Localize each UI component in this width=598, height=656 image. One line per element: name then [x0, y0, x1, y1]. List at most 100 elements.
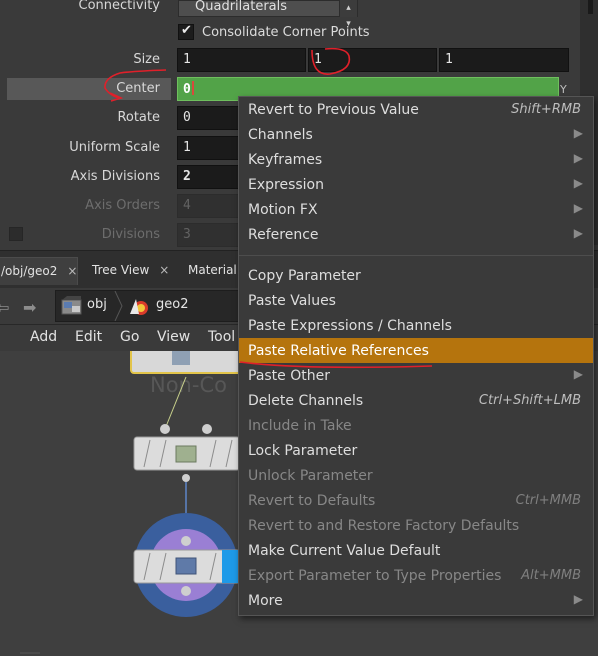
menu-item-unlock-parameter: Unlock Parameter — [239, 463, 593, 488]
consolidate-label: Consolidate Corner Points — [202, 25, 370, 40]
submenu-arrow-icon: ▶ — [573, 592, 583, 606]
menu-item-label: Revert to Previous Value — [248, 102, 419, 118]
connectivity-value: Quadrilaterals — [195, 0, 288, 14]
menu-item-label: Paste Expressions / Channels — [248, 318, 452, 334]
menu-item-label: Copy Parameter — [248, 268, 361, 284]
menu-item-label: Revert to and Restore Factory Defaults — [248, 518, 520, 534]
breadcrumb-geo2[interactable]: geo2 — [156, 297, 188, 312]
menu-item-label: Lock Parameter — [248, 443, 358, 459]
menu-item-label: More — [248, 593, 283, 609]
breadcrumb-separator — [114, 291, 123, 321]
menu-item-label: Paste Relative References — [248, 343, 429, 359]
submenu-arrow-icon: ▶ — [573, 126, 583, 140]
tab-label: /obj/geo2 — [1, 264, 58, 278]
submenu-arrow-icon: ▶ — [573, 176, 583, 190]
connectivity-label: Connectivity — [78, 0, 160, 13]
menu-item-label: Reference — [248, 227, 319, 243]
submenu-arrow-icon: ▶ — [573, 367, 583, 381]
axis-orders-label: Axis Orders — [85, 198, 160, 213]
menu-item-shortcut: Alt+MMB — [521, 568, 581, 583]
uniform-scale-field[interactable]: 1 — [177, 136, 239, 160]
close-icon[interactable]: × — [67, 264, 77, 278]
menu-item-shortcut: Ctrl+Shift+LMB — [478, 393, 581, 408]
size-x-field[interactable]: 1 — [177, 48, 306, 72]
menu-edit[interactable]: Edit — [75, 329, 102, 345]
menu-item-revert-previous[interactable]: Revert to Previous Value Shift+RMB — [239, 97, 593, 122]
obj-context-icon — [61, 296, 82, 315]
center-label: Center — [116, 81, 160, 96]
menu-item-label: Export Parameter to Type Properties — [248, 568, 502, 584]
axis-orders-field: 4 — [177, 194, 239, 218]
menu-item-label: Revert to Defaults — [248, 493, 376, 509]
menu-item-paste-relative-references[interactable]: Paste Relative References — [239, 338, 593, 363]
merge-node[interactable] — [133, 424, 241, 482]
menu-item-paste-expressions[interactable]: Paste Expressions / Channels — [239, 313, 593, 338]
menu-item-label: Make Current Value Default — [248, 543, 441, 559]
rotate-label: Rotate — [117, 110, 160, 125]
menu-item-shortcut: Ctrl+MMB — [515, 493, 581, 508]
menu-item-keyframes[interactable]: Keyframes ▶ — [239, 147, 593, 172]
tab-label: Tree View — [92, 263, 150, 277]
size-y-field[interactable]: 1 — [308, 48, 437, 72]
menu-separator — [239, 255, 593, 256]
axis-divisions-field[interactable]: 2 — [177, 165, 239, 189]
menu-item-paste-values[interactable]: Paste Values — [239, 288, 593, 313]
menu-item-expression[interactable]: Expression ▶ — [239, 172, 593, 197]
divisions-field: 3 — [177, 223, 239, 247]
selected-output-node[interactable] — [133, 513, 241, 617]
menu-item-make-default[interactable]: Make Current Value Default — [239, 538, 593, 563]
dropdown-arrows-icon: ▴ ▾ — [339, 0, 357, 29]
menu-item-label: Paste Values — [248, 293, 336, 309]
menu-item-label: Unlock Parameter — [248, 468, 373, 484]
geometry-object-icon — [130, 299, 148, 315]
menu-item-label: Expression — [248, 177, 324, 193]
center-y-suffix: Y — [560, 83, 567, 96]
breadcrumb-obj[interactable]: obj — [87, 297, 107, 312]
breadcrumb: obj geo2 — [55, 290, 247, 322]
menu-item-copy-parameter[interactable]: Copy Parameter — [239, 263, 593, 288]
menu-view[interactable]: View — [157, 329, 190, 345]
menu-item-channels[interactable]: Channels ▶ — [239, 122, 593, 147]
scroll-handle[interactable] — [588, 0, 593, 14]
consolidate-checkbox[interactable]: ✔ — [178, 23, 194, 40]
size-label: Size — [133, 52, 160, 67]
text-cursor — [191, 81, 194, 95]
menu-item-paste-other[interactable]: Paste Other ▶ — [239, 363, 593, 388]
menu-item-restore-factory-defaults: Revert to and Restore Factory Defaults — [239, 513, 593, 538]
size-z-field[interactable]: 1 — [439, 48, 569, 72]
axis-divisions-label: Axis Divisions — [70, 169, 160, 184]
center-value: 0 — [183, 82, 191, 97]
menu-item-shortcut: Shift+RMB — [511, 102, 581, 117]
uniform-scale-label: Uniform Scale — [69, 140, 160, 155]
menu-item-delete-channels[interactable]: Delete Channels Ctrl+Shift+LMB — [239, 388, 593, 413]
submenu-arrow-icon: ▶ — [573, 226, 583, 240]
menu-item-label: Include in Take — [248, 418, 352, 434]
menu-item-label: Delete Channels — [248, 393, 364, 409]
tab-label: Material P — [188, 263, 240, 277]
box-sop-node[interactable] — [130, 351, 242, 374]
forward-arrow-icon[interactable]: ➡ — [23, 298, 36, 317]
menu-tools[interactable]: Tool — [208, 329, 235, 345]
connectivity-dropdown[interactable]: Quadrilaterals ▴ ▾ — [178, 0, 358, 29]
menu-item-label: Paste Other — [248, 368, 330, 384]
menu-add[interactable]: Add — [30, 329, 57, 345]
menu-go[interactable]: Go — [120, 329, 139, 345]
divisions-checkbox[interactable] — [9, 227, 23, 241]
menu-item-motion-fx[interactable]: Motion FX ▶ — [239, 197, 593, 222]
checkmark-icon: ✔ — [181, 23, 192, 38]
rotate-x-field[interactable]: 0 — [177, 106, 239, 130]
tab-material-palette[interactable]: Material P — [180, 257, 240, 285]
menu-item-lock-parameter[interactable]: Lock Parameter — [239, 438, 593, 463]
close-icon[interactable]: × — [159, 263, 169, 277]
menu-item-export-parameter: Export Parameter to Type Properties Alt+… — [239, 563, 593, 588]
menu-item-more[interactable]: More ▶ — [239, 588, 593, 613]
submenu-arrow-icon: ▶ — [573, 201, 583, 215]
back-arrow-icon[interactable]: ⇦ — [0, 298, 9, 317]
menu-item-label: Channels — [248, 127, 313, 143]
tab-obj-geo2[interactable]: /obj/geo2 × — [0, 257, 78, 285]
menu-item-reference[interactable]: Reference ▶ — [239, 222, 593, 247]
tab-tree-view[interactable]: Tree View × — [84, 257, 174, 285]
divisions-label: Divisions — [101, 227, 160, 242]
menu-item-include-in-take: Include in Take — [239, 413, 593, 438]
parameter-context-menu: Revert to Previous Value Shift+RMB Chann… — [238, 96, 594, 616]
